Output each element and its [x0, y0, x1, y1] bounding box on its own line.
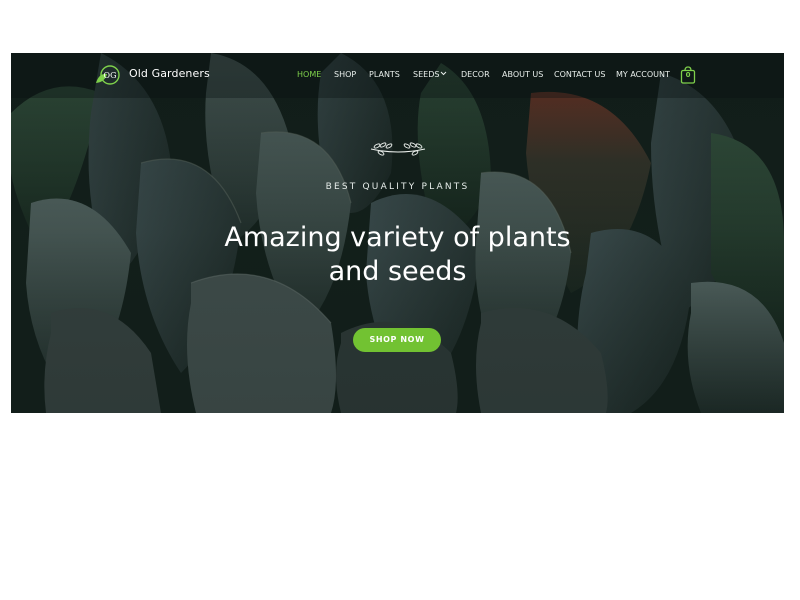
nav-item-plants[interactable]: PLANTS: [369, 70, 400, 79]
cart-button[interactable]: 0: [680, 66, 696, 84]
shop-now-button[interactable]: SHOP NOW: [353, 328, 441, 352]
site-name[interactable]: Old Gardeners: [129, 67, 210, 80]
hero-headline-line-2: and seeds: [328, 256, 467, 287]
nav-item-my-account[interactable]: MY ACCOUNT: [616, 70, 670, 79]
site-logo-icon[interactable]: OG: [93, 63, 123, 89]
nav-item-about-us[interactable]: ABOUT US: [502, 70, 543, 79]
nav-item-home[interactable]: HOME: [297, 70, 321, 79]
chevron-down-icon[interactable]: [440, 71, 447, 76]
laurel-branch-icon: [370, 142, 426, 156]
nav-item-decor[interactable]: DECOR: [461, 70, 490, 79]
nav-item-contact-us[interactable]: CONTACT US: [554, 70, 605, 79]
nav-item-seeds[interactable]: SEEDS: [413, 70, 439, 79]
cart-count-badge: 0: [685, 71, 691, 79]
hero-headline: Amazing variety of plants and seeds: [11, 221, 784, 289]
hero-section: OG Old Gardeners HOME SHOP PLANTS SEEDS …: [11, 53, 784, 413]
nav-item-shop[interactable]: SHOP: [334, 70, 356, 79]
top-navbar: OG Old Gardeners HOME SHOP PLANTS SEEDS …: [11, 53, 784, 98]
svg-text:OG: OG: [104, 71, 117, 80]
hero-headline-line-1: Amazing variety of plants: [224, 222, 571, 253]
hero-kicker: BEST QUALITY PLANTS: [325, 182, 470, 192]
